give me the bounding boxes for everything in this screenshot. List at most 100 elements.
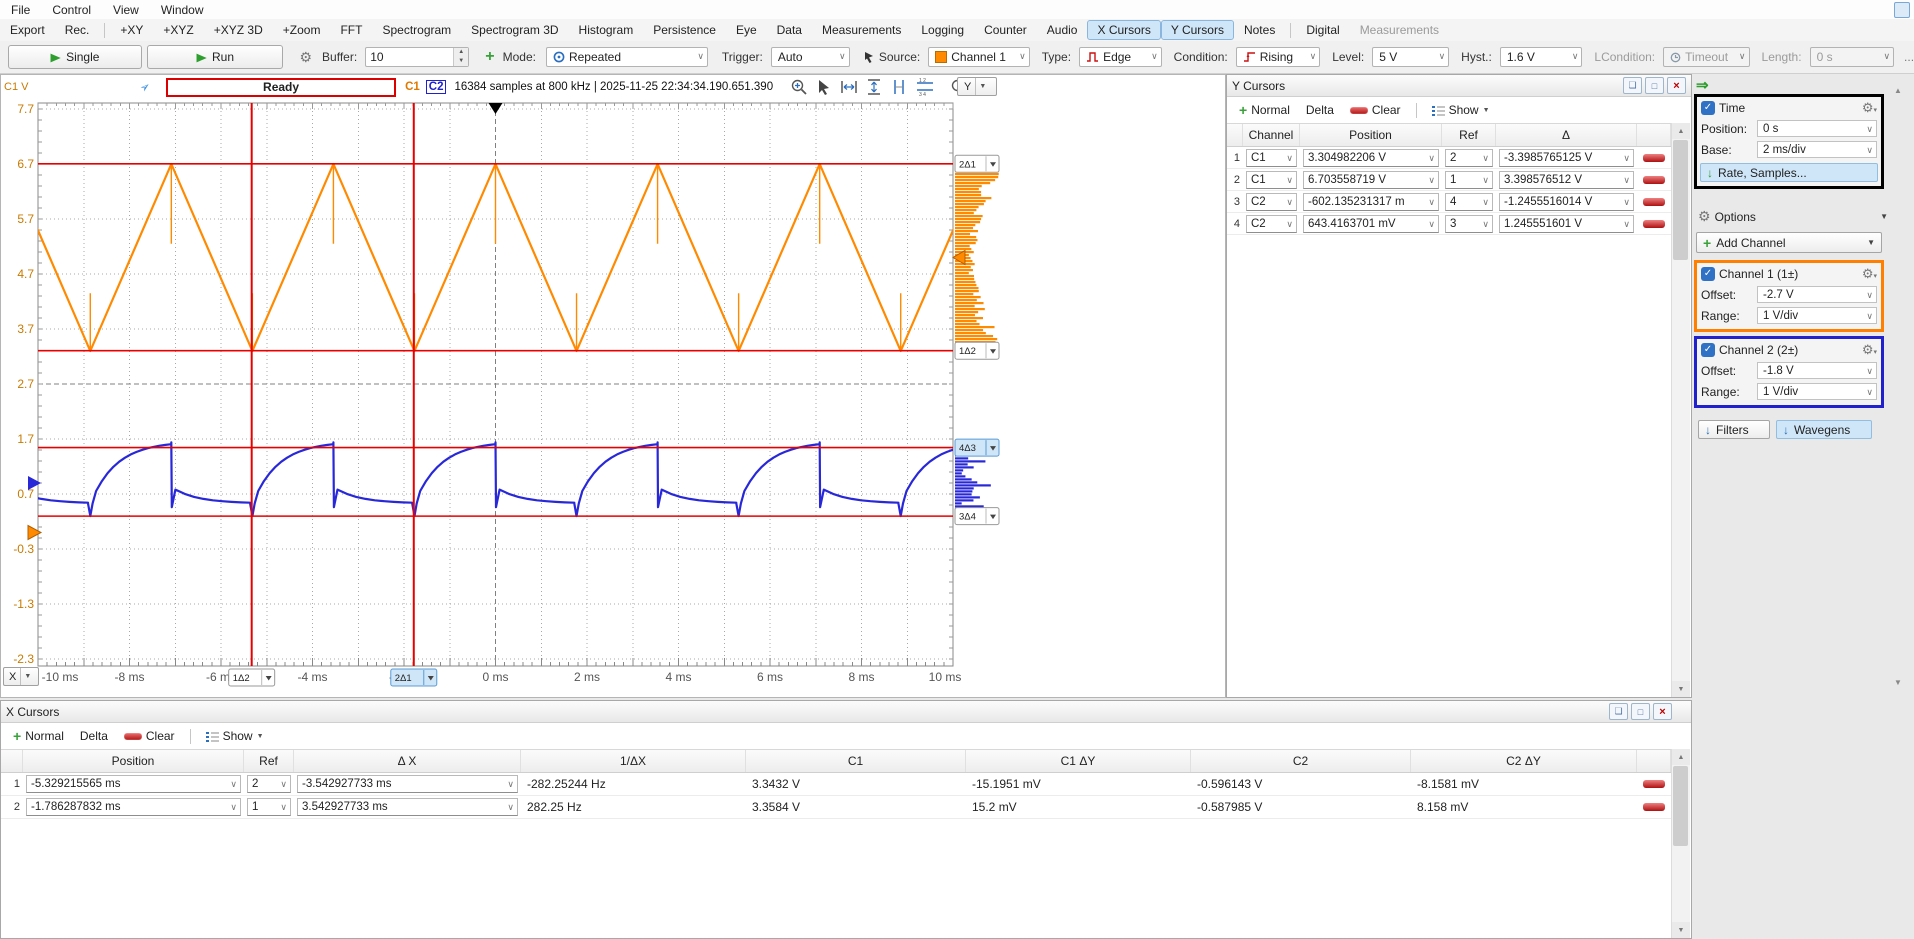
channel1-checkbox[interactable]: ✓	[1701, 267, 1715, 281]
x-cursor-flag-1[interactable]: 1Δ2	[229, 669, 275, 686]
y-show-menu[interactable]: Show▼	[1426, 101, 1496, 119]
scope-plot[interactable]: 7.76.75.74.73.72.71.70.7-0.3-1.3-2.3-10 …	[1, 99, 1225, 697]
channel1-range-select[interactable]: 1 V/div∨	[1757, 307, 1877, 324]
time-gear-icon[interactable]: ⚙▾	[1862, 100, 1877, 116]
y-cursor-flag-4[interactable]: 3Δ4	[955, 508, 999, 525]
tab-export[interactable]: Export	[1, 21, 54, 39]
tab-rec-[interactable]: Rec.	[56, 21, 99, 39]
trigger-mode-select[interactable]: Auto∨	[771, 47, 850, 67]
tab-persistence[interactable]: Persistence	[644, 21, 725, 39]
y-cursors-icon[interactable]: 1 23 4	[915, 78, 935, 96]
channel2-offset-select[interactable]: -1.8 V∨	[1757, 362, 1877, 379]
channel2-checkbox[interactable]: ✓	[1701, 343, 1715, 357]
trigger-type-select[interactable]: Edge∨	[1079, 47, 1162, 67]
y-row-3-channel-select[interactable]: C2∨	[1246, 193, 1297, 211]
y-row-2-channel-select[interactable]: C1∨	[1246, 171, 1297, 189]
tab-data[interactable]: Data	[768, 21, 811, 39]
x-table-scrollbar[interactable]: ▲ ▼	[1671, 749, 1690, 938]
x-row-1-ref-select[interactable]: 2∨	[247, 775, 291, 793]
scroll-down-icon[interactable]: ▼	[1672, 681, 1690, 697]
scroll-up-icon[interactable]: ▲	[1672, 749, 1690, 765]
filters-button[interactable]: ↓Filters	[1698, 420, 1770, 439]
y-cursor-flag-1[interactable]: 2Δ1	[955, 155, 999, 172]
y-cursor-flag-3[interactable]: 4Δ3	[955, 439, 999, 456]
channel1-gear-icon[interactable]: ⚙▾	[1862, 266, 1877, 282]
tab--xyz[interactable]: +XYZ	[154, 21, 202, 39]
y-row-3-position-select[interactable]: -602.135231317 m∨	[1303, 193, 1439, 211]
x-show-menu[interactable]: Show▼	[200, 727, 270, 745]
maximize-icon[interactable]: □	[1631, 703, 1650, 720]
tab-measurements[interactable]: Measurements	[813, 21, 910, 39]
tab-audio[interactable]: Audio	[1038, 21, 1087, 39]
tab-spectrogram-3d[interactable]: Spectrogram 3D	[462, 21, 567, 39]
x-delta-button[interactable]: Delta	[74, 727, 114, 745]
x-cursors-icon[interactable]	[890, 78, 908, 96]
y-row-clear-button[interactable]	[1637, 176, 1671, 184]
window-icon[interactable]	[1894, 2, 1910, 18]
trigger-level-select[interactable]: 5 V∨	[1372, 47, 1449, 67]
time-checkbox[interactable]: ✓	[1701, 101, 1715, 115]
y-delta-button[interactable]: Delta	[1300, 101, 1340, 119]
x-row-2-dx-select[interactable]: 3.542927733 ms∨	[297, 798, 518, 816]
tab-y-cursors[interactable]: Y Cursors	[1162, 21, 1233, 39]
x-add-normal-button[interactable]: +Normal	[7, 726, 70, 746]
tab--zoom[interactable]: +Zoom	[274, 21, 330, 39]
y-row-3-delta-select[interactable]: -1.2455516014 V∨	[1499, 193, 1634, 211]
x-cursor-flag-2[interactable]: 2Δ1	[391, 669, 437, 686]
zoom-in-icon[interactable]	[790, 78, 808, 96]
y-row-1-channel-select[interactable]: C1∨	[1246, 149, 1297, 167]
buffer-spinner[interactable]: 10 ▲▼	[365, 47, 469, 67]
fit-width-icon[interactable]	[840, 78, 858, 96]
hysteresis-select[interactable]: 1.6 V∨	[1500, 47, 1583, 67]
y-clear-button[interactable]: Clear	[1344, 101, 1407, 119]
tab-fft[interactable]: FFT	[331, 21, 371, 39]
options-row[interactable]: ⚙ Options ▼	[1694, 206, 1892, 227]
toolbar-more-button[interactable]: ...	[1904, 50, 1914, 64]
x-row-2-ref-select[interactable]: 1∨	[247, 798, 291, 816]
x-row-1-position-select[interactable]: -5.329215565 ms∨	[26, 775, 241, 793]
y-cursor-flag-2[interactable]: 1Δ2	[955, 342, 999, 359]
c2-badge[interactable]: C2	[426, 80, 447, 94]
y-table-scrollbar[interactable]: ▲ ▼	[1671, 123, 1690, 697]
menu-item-control[interactable]: Control	[41, 2, 102, 18]
tab-notes[interactable]: Notes	[1235, 21, 1284, 39]
run-button[interactable]: ▶Run	[147, 45, 283, 69]
y-row-clear-button[interactable]	[1637, 198, 1671, 206]
tab-spectrogram[interactable]: Spectrogram	[373, 21, 460, 39]
y-row-2-delta-select[interactable]: 3.398576512 V∨	[1499, 171, 1634, 189]
scroll-up-icon[interactable]: ▲	[1672, 123, 1690, 139]
single-button[interactable]: ▶Single	[8, 45, 142, 69]
y-row-4-delta-select[interactable]: 1.245551601 V∨	[1499, 215, 1634, 233]
c1-badge[interactable]: C1	[405, 81, 420, 93]
y-row-2-ref-select[interactable]: 1∨	[1445, 171, 1493, 189]
tab-measurements[interactable]: Measurements	[1351, 21, 1448, 39]
trigger-condition-select[interactable]: Rising∨	[1236, 47, 1320, 67]
x-row-2-position-select[interactable]: -1.786287832 ms∨	[26, 798, 241, 816]
sidebar-scroll-down-icon[interactable]: ▼	[1894, 678, 1902, 687]
y-row-4-position-select[interactable]: 643.4163701 mV∨	[1303, 215, 1439, 233]
tab-eye[interactable]: Eye	[727, 21, 766, 39]
y-row-3-ref-select[interactable]: 4∨	[1445, 193, 1493, 211]
tab-digital[interactable]: Digital	[1297, 21, 1348, 39]
tab-histogram[interactable]: Histogram	[570, 21, 643, 39]
y-axis-menu-button[interactable]: Y▼	[957, 77, 997, 96]
add-channel-button[interactable]: + Add Channel ▼	[1696, 232, 1882, 253]
x-axis-menu-button[interactable]: X▼	[3, 667, 39, 686]
x-clear-button[interactable]: Clear	[118, 727, 181, 745]
close-icon[interactable]: ×	[1653, 703, 1672, 720]
time-position-select[interactable]: 0 s∨	[1757, 120, 1877, 137]
maximize-icon[interactable]: □	[1645, 77, 1664, 94]
y-add-normal-button[interactable]: +Normal	[1233, 100, 1296, 120]
undock-icon[interactable]: ❏	[1609, 703, 1628, 720]
x-row-1-dx-select[interactable]: -3.542927733 ms∨	[297, 775, 518, 793]
y-row-1-ref-select[interactable]: 2∨	[1445, 149, 1493, 167]
channel2-gear-icon[interactable]: ⚙▾	[1862, 342, 1877, 358]
channel1-offset-select[interactable]: -2.7 V∨	[1757, 286, 1877, 303]
x-row-clear-button[interactable]	[1637, 803, 1671, 811]
pointer-icon[interactable]	[815, 78, 833, 96]
tab-x-cursors[interactable]: X Cursors	[1088, 21, 1159, 39]
time-base-select[interactable]: 2 ms/div∨	[1757, 141, 1877, 158]
tab-counter[interactable]: Counter	[975, 21, 1036, 39]
add-acquisition-icon[interactable]: +	[485, 48, 494, 66]
y-row-clear-button[interactable]	[1637, 220, 1671, 228]
